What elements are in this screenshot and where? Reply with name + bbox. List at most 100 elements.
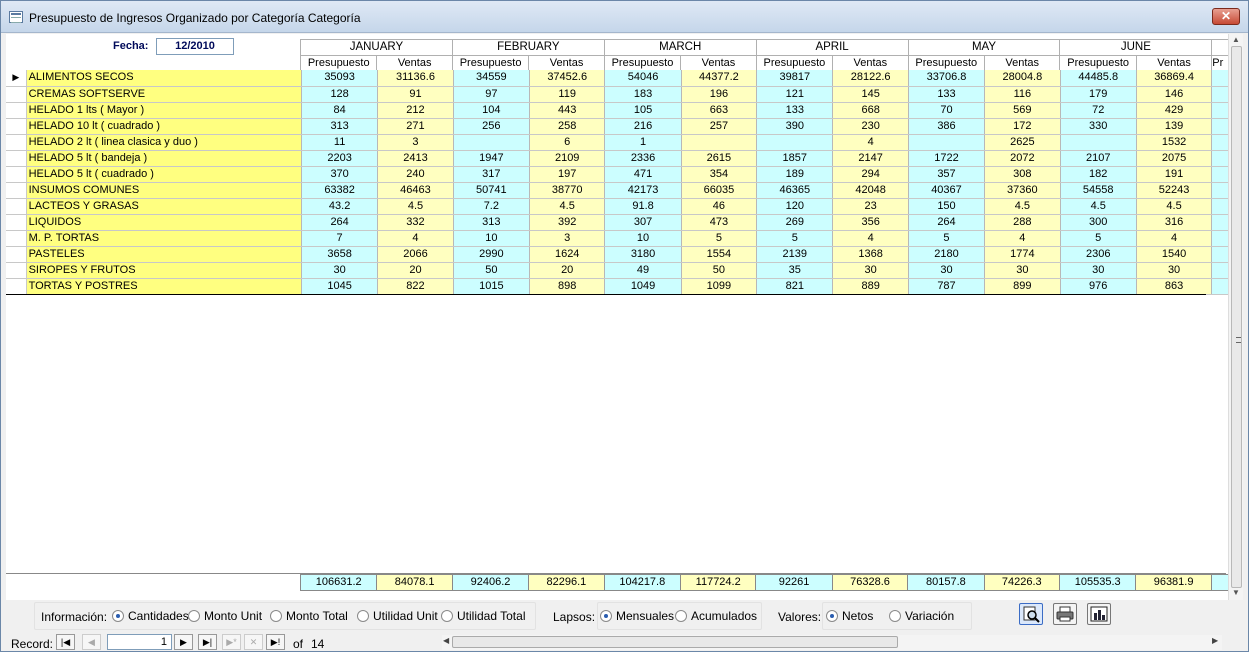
radio-netos[interactable]: Netos bbox=[826, 609, 873, 623]
preview-button[interactable] bbox=[1019, 603, 1043, 625]
record-selector[interactable] bbox=[6, 262, 27, 279]
record-selector[interactable] bbox=[6, 230, 27, 247]
radio-icon bbox=[270, 610, 282, 622]
radio-mensuales[interactable]: Mensuales bbox=[600, 609, 674, 623]
month-header-cell: APRIL bbox=[755, 39, 909, 56]
presupuesto-cell: 34559 bbox=[452, 70, 530, 87]
table-row[interactable]: PASTELES 3658 2066 2990 1624 3180 1554 2139 1368… bbox=[6, 246, 1233, 263]
record-selector[interactable] bbox=[6, 86, 27, 103]
presupuesto-cell: 1947 bbox=[452, 150, 530, 167]
table-row[interactable]: LACTEOS Y GRASAS 43.2 4.5 7.2 4.5 91.8 46 120 23… bbox=[6, 198, 1233, 215]
presupuesto-cell: 46365 bbox=[756, 182, 833, 199]
presupuesto-cell bbox=[1059, 134, 1137, 151]
record-selector[interactable] bbox=[6, 102, 27, 119]
table-row[interactable]: SIROPES Y FRUTOS 30 20 50 20 49 50 35 30 30 30 30 30 bbox=[6, 262, 1233, 279]
table-row[interactable]: M. P. TORTAS 7 4 10 3 10 5 5 4 5 4 5 4 bbox=[6, 230, 1233, 247]
category-cell: TORTAS Y POSTRES bbox=[26, 278, 302, 295]
record-selector[interactable] bbox=[6, 134, 27, 151]
presupuesto-cell: 35 bbox=[756, 262, 833, 279]
record-selector[interactable] bbox=[6, 214, 27, 231]
ventas-cell: 288 bbox=[984, 214, 1061, 231]
record-selector[interactable] bbox=[6, 198, 27, 215]
presupuesto-cell: 307 bbox=[604, 214, 682, 231]
table-row[interactable]: HELADO 5 lt ( cuadrado ) 370 240 317 197 471 3… bbox=[6, 166, 1233, 183]
ventas-cell: 23 bbox=[832, 198, 909, 215]
ventas-cell: 46 bbox=[680, 198, 757, 215]
scroll-right-icon[interactable]: ▶ bbox=[1212, 636, 1218, 645]
radio-monto-total[interactable]: Monto Total bbox=[270, 609, 348, 623]
radio-acumulados[interactable]: Acumulados bbox=[675, 609, 757, 623]
fecha-label: Fecha: bbox=[113, 40, 149, 52]
record-number-field[interactable]: 1 bbox=[107, 634, 172, 650]
record-selector[interactable] bbox=[6, 118, 27, 135]
fecha-field[interactable]: 12/2010 bbox=[156, 38, 234, 55]
table-row[interactable]: HELADO 10 lt ( cuadrado ) 313 271 256 258 216… bbox=[6, 118, 1233, 135]
radio-monto-unit[interactable]: Monto Unit bbox=[188, 609, 262, 623]
month-header-cell: MARCH bbox=[603, 39, 757, 56]
scroll-down-icon[interactable]: ▼ bbox=[1232, 588, 1240, 597]
category-cell: INSUMOS COMUNES bbox=[26, 182, 302, 199]
prev-record-button[interactable]: ◀ bbox=[82, 634, 101, 650]
presupuesto-cell: 264 bbox=[300, 214, 378, 231]
table-row[interactable]: HELADO 1 lts ( Mayor ) 84 212 104 443 105 663 1… bbox=[6, 102, 1233, 119]
presupuesto-cell: 121 bbox=[756, 86, 833, 103]
presupuesto-cell: 128 bbox=[300, 86, 378, 103]
record-selector[interactable] bbox=[6, 166, 27, 183]
radio-icon bbox=[188, 610, 200, 622]
radio-label: Cantidades bbox=[128, 609, 189, 623]
record-selector[interactable]: ▶ bbox=[6, 70, 27, 87]
new-record-button[interactable]: ▶* bbox=[222, 634, 241, 650]
delete-record-button[interactable]: ✕ bbox=[244, 634, 263, 650]
chart-button[interactable] bbox=[1087, 603, 1111, 625]
next-record-button[interactable]: ▶ bbox=[174, 634, 193, 650]
table-row[interactable]: ▶ ALIMENTOS SECOS 35093 31136.6 34559 37452.6… bbox=[6, 70, 1233, 87]
radio-variacion[interactable]: Variación bbox=[889, 609, 954, 623]
ventas-cell: 392 bbox=[529, 214, 605, 231]
radio-utilidad-total[interactable]: Utilidad Total bbox=[441, 609, 525, 623]
month-header-cell: MAY bbox=[907, 39, 1060, 56]
record-selector[interactable] bbox=[6, 182, 27, 199]
table-row[interactable]: HELADO 2 lt ( linea clasica y duo ) 11 3 6 1… bbox=[6, 134, 1233, 151]
presupuesto-cell: 183 bbox=[604, 86, 682, 103]
ventas-cell: 20 bbox=[377, 262, 454, 279]
current-record-icon: ▶ bbox=[12, 72, 20, 83]
scroll-up-icon[interactable]: ▲ bbox=[1232, 35, 1240, 44]
table-row[interactable]: TORTAS Y POSTRES 1045 822 1015 898 1049 1099 82… bbox=[6, 278, 1233, 295]
ventas-cell: 257 bbox=[680, 118, 757, 135]
ventas-cell: 36869.4 bbox=[1135, 70, 1212, 87]
valores-label: Valores: bbox=[778, 610, 822, 624]
table-row[interactable]: INSUMOS COMUNES 63382 46463 50741 38770 42173… bbox=[6, 182, 1233, 199]
presupuesto-cell bbox=[756, 134, 833, 151]
presupuesto-cell: 70 bbox=[907, 102, 985, 119]
ventas-cell: 4 bbox=[832, 134, 909, 151]
category-cell: HELADO 10 lt ( cuadrado ) bbox=[26, 118, 302, 135]
table-row[interactable]: HELADO 5 lt ( bandeja ) 2203 2413 1947 2109 2… bbox=[6, 150, 1233, 167]
ventas-cell: 91 bbox=[377, 86, 454, 103]
presupuesto-cell: 330 bbox=[1059, 118, 1137, 135]
ventas-cell: 569 bbox=[984, 102, 1061, 119]
radio-cantidades[interactable]: Cantidades bbox=[112, 609, 189, 623]
close-button[interactable]: ✕ bbox=[1212, 8, 1240, 25]
record-selector[interactable] bbox=[6, 150, 27, 167]
record-selector[interactable] bbox=[6, 278, 27, 295]
horizontal-scrollbar[interactable]: ◀ ▶ bbox=[442, 635, 1222, 650]
record-selector[interactable] bbox=[6, 246, 27, 263]
radio-utilidad-unit[interactable]: Utilidad Unit bbox=[357, 609, 438, 623]
ventas-cell: 196 bbox=[680, 86, 757, 103]
scroll-thumb[interactable] bbox=[1231, 46, 1242, 588]
presupuesto-cell: 91.8 bbox=[604, 198, 682, 215]
table-row[interactable]: LIQUIDOS 264 332 313 392 307 473 269 356 264 288 30… bbox=[6, 214, 1233, 231]
filter-button[interactable]: ▶! bbox=[266, 634, 285, 650]
vertical-scrollbar[interactable]: ▲ ▼ bbox=[1228, 34, 1243, 600]
h-scroll-thumb[interactable] bbox=[452, 636, 898, 648]
first-record-button[interactable]: |◀ bbox=[56, 634, 75, 650]
ventas-cell: 146 bbox=[1135, 86, 1212, 103]
last-record-button[interactable]: ▶| bbox=[198, 634, 217, 650]
table-row[interactable]: CREMAS SOFTSERVE 128 91 97 119 183 196 121 145 13… bbox=[6, 86, 1233, 103]
presupuesto-cell: 821 bbox=[756, 278, 833, 295]
presupuesto-cell: 43.2 bbox=[300, 198, 378, 215]
presupuesto-cell: 54046 bbox=[604, 70, 682, 87]
radio-selected-icon bbox=[826, 610, 838, 622]
print-button[interactable] bbox=[1053, 603, 1077, 625]
scroll-left-icon[interactable]: ◀ bbox=[443, 636, 449, 645]
